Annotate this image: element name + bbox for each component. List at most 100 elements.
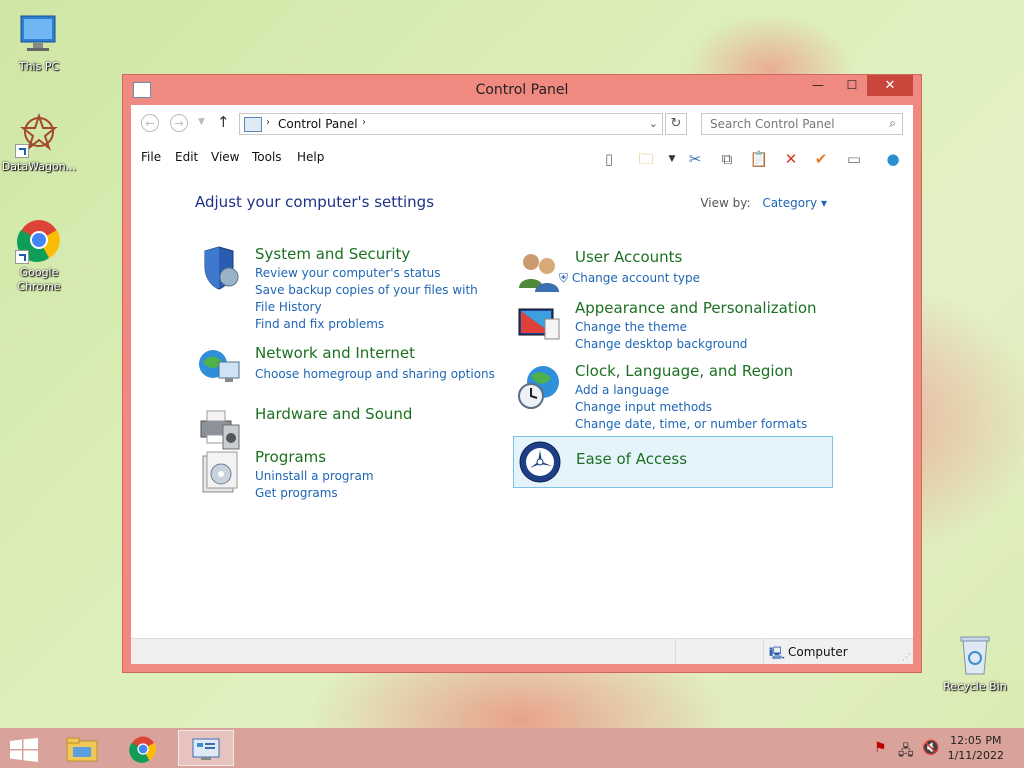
view-by-value[interactable]: Category (762, 196, 817, 210)
search-placeholder: Search Control Panel (710, 117, 835, 131)
menu-edit[interactable]: Edit (175, 150, 198, 164)
checkmark-icon[interactable]: ✔ (811, 149, 831, 169)
category-title[interactable]: Programs (255, 448, 326, 466)
forward-button[interactable]: → (170, 114, 188, 132)
file-explorer-taskbar-button[interactable] (56, 730, 110, 766)
main-content: Adjust your computer's settings View by:… (131, 173, 913, 639)
uac-shield-icon: ⛨ (559, 271, 569, 285)
category-ease-of-access[interactable]: Ease of Access (513, 436, 833, 488)
network-icon[interactable] (195, 344, 243, 392)
menu-bar: File Edit View Tools Help ▯ 🗀 ▼ ✂ ⧉ 📋 ✕ … (131, 143, 913, 173)
link-change-theme[interactable]: Change the theme (575, 319, 747, 336)
clock-date: 1/11/2022 (947, 749, 1004, 762)
folder-check-icon[interactable]: 🗀 (636, 149, 656, 169)
breadcrumb-chevron-icon[interactable]: › (362, 117, 366, 128)
category-title[interactable]: Clock, Language, and Region (575, 362, 793, 380)
close-button[interactable]: ✕ (867, 75, 913, 96)
computer-icon: 🖳 (769, 646, 786, 660)
resize-grip-icon[interactable]: ⋰ (902, 653, 911, 663)
network-tray-icon[interactable]: 🖧 (898, 740, 914, 764)
category-title[interactable]: Network and Internet (255, 344, 415, 362)
address-dropdown-icon[interactable]: ⌄ (649, 117, 658, 130)
this-pc-icon (15, 10, 63, 58)
address-box[interactable]: › Control Panel › ⌄ (239, 113, 663, 135)
link-desktop-background[interactable]: Change desktop background (575, 336, 747, 353)
recent-dropdown-icon[interactable]: ▼ (198, 117, 205, 127)
control-panel-window: Control Panel — ☐ ✕ ← → ▼ ↑ › Control Pa… (122, 74, 922, 673)
menu-file[interactable]: File (141, 150, 161, 164)
layout-pane-icon[interactable]: ▯ (599, 149, 619, 169)
start-button[interactable] (0, 730, 54, 766)
link-change-account-type[interactable]: ⛨ Change account type (559, 270, 700, 287)
view-by: View by: Category ▾ (700, 196, 827, 210)
toolbar-dropdown-icon[interactable]: ▼ (662, 149, 682, 169)
address-bar-row: ← → ▼ ↑ › Control Panel › ⌄ ↻ Search Con… (131, 105, 913, 143)
desktop-icon-label: Recycle Bin (943, 680, 1007, 693)
programs-icon[interactable] (195, 448, 243, 496)
tray-clock[interactable]: 12:05 PM 1/11/2022 (948, 733, 1004, 763)
desktop-icon-datawagon[interactable]: DataWagon... (1, 110, 77, 174)
category-title[interactable]: System and Security (255, 245, 410, 263)
ease-of-access-icon (518, 440, 562, 484)
action-center-flag-icon[interactable]: ⚑ (874, 740, 887, 756)
shortcut-arrow-icon (15, 144, 29, 158)
desktop-icon-this-pc[interactable]: This PC (1, 10, 77, 74)
link-date-time-formats[interactable]: Change date, time, or number formats (575, 416, 807, 433)
cut-icon[interactable]: ✂ (685, 149, 705, 169)
category-title[interactable]: Hardware and Sound (255, 405, 412, 423)
search-icon[interactable]: ⌕ (889, 116, 896, 131)
category-title[interactable]: Appearance and Personalization (575, 299, 817, 317)
link-uninstall-program[interactable]: Uninstall a program (255, 468, 374, 485)
appearance-icon[interactable] (515, 299, 563, 347)
up-arrow-icon[interactable]: ↑ (217, 113, 230, 131)
copy-icon[interactable]: ⧉ (717, 149, 737, 169)
link-input-methods[interactable]: Change input methods (575, 399, 807, 416)
desktop-icon-chrome[interactable]: Google Chrome (1, 216, 77, 294)
taskbar: ⚑ 🖧 🔇 12:05 PM 1/11/2022 (0, 728, 1024, 768)
status-bar: 🖳 Computer ⋰ (131, 638, 913, 664)
category-title: Ease of Access (576, 450, 688, 468)
datawagon-icon (15, 110, 63, 158)
paste-icon[interactable]: 📋 (749, 149, 769, 169)
search-input[interactable]: Search Control Panel ⌕ (701, 113, 903, 135)
refresh-button[interactable]: ↻ (665, 113, 687, 135)
volume-muted-icon[interactable]: 🔇 (922, 740, 939, 756)
link-homegroup-sharing[interactable]: Choose homegroup and sharing options (255, 366, 495, 383)
breadcrumb-control-panel[interactable]: Control Panel (278, 117, 358, 131)
link-get-programs[interactable]: Get programs (255, 485, 374, 502)
maximize-button[interactable]: ☐ (839, 75, 865, 96)
users-icon[interactable] (515, 248, 563, 296)
clock-time: 12:05 PM (950, 734, 1002, 747)
title-bar[interactable]: Control Panel — ☐ ✕ (123, 75, 921, 105)
link-review-status[interactable]: Review your computer's status (255, 265, 485, 282)
view-by-label: View by: (700, 196, 751, 210)
status-location: Computer (788, 645, 848, 659)
shortcut-arrow-icon (15, 250, 29, 264)
printer-icon[interactable] (195, 405, 243, 453)
category-title[interactable]: User Accounts (575, 248, 682, 266)
delete-icon[interactable]: ✕ (781, 149, 801, 169)
desktop-icon-label: DataWagon... (1, 160, 77, 173)
window-title: Control Panel (475, 82, 569, 98)
breadcrumb-chevron-icon: › (266, 117, 270, 128)
globe-clock-icon[interactable] (515, 362, 563, 410)
link-add-language[interactable]: Add a language (575, 382, 807, 399)
link-find-fix-problems[interactable]: Find and fix problems (255, 316, 485, 333)
shield-icon[interactable] (195, 245, 243, 293)
minimize-button[interactable]: — (805, 75, 831, 96)
chrome-taskbar-button[interactable] (117, 730, 171, 766)
menu-view[interactable]: View (211, 150, 239, 164)
menu-help[interactable]: Help (297, 150, 324, 164)
page-title: Adjust your computer's settings (195, 193, 435, 211)
control-panel-small-icon (244, 117, 262, 132)
link-file-history[interactable]: Save backup copies of your files with Fi… (255, 282, 485, 316)
view-by-dropdown[interactable]: Category ▾ (762, 196, 827, 210)
back-button[interactable]: ← (141, 114, 159, 132)
desktop-icon-recycle-bin[interactable]: Recycle Bin (937, 630, 1013, 694)
globe-icon[interactable]: ● (883, 149, 903, 169)
desktop-icon-label: This PC (18, 60, 60, 73)
control-panel-taskbar-button[interactable] (178, 730, 234, 766)
menu-tools[interactable]: Tools (252, 150, 282, 164)
properties-icon[interactable]: ▭ (844, 149, 864, 169)
window-client: ← → ▼ ↑ › Control Panel › ⌄ ↻ Search Con… (131, 105, 913, 664)
